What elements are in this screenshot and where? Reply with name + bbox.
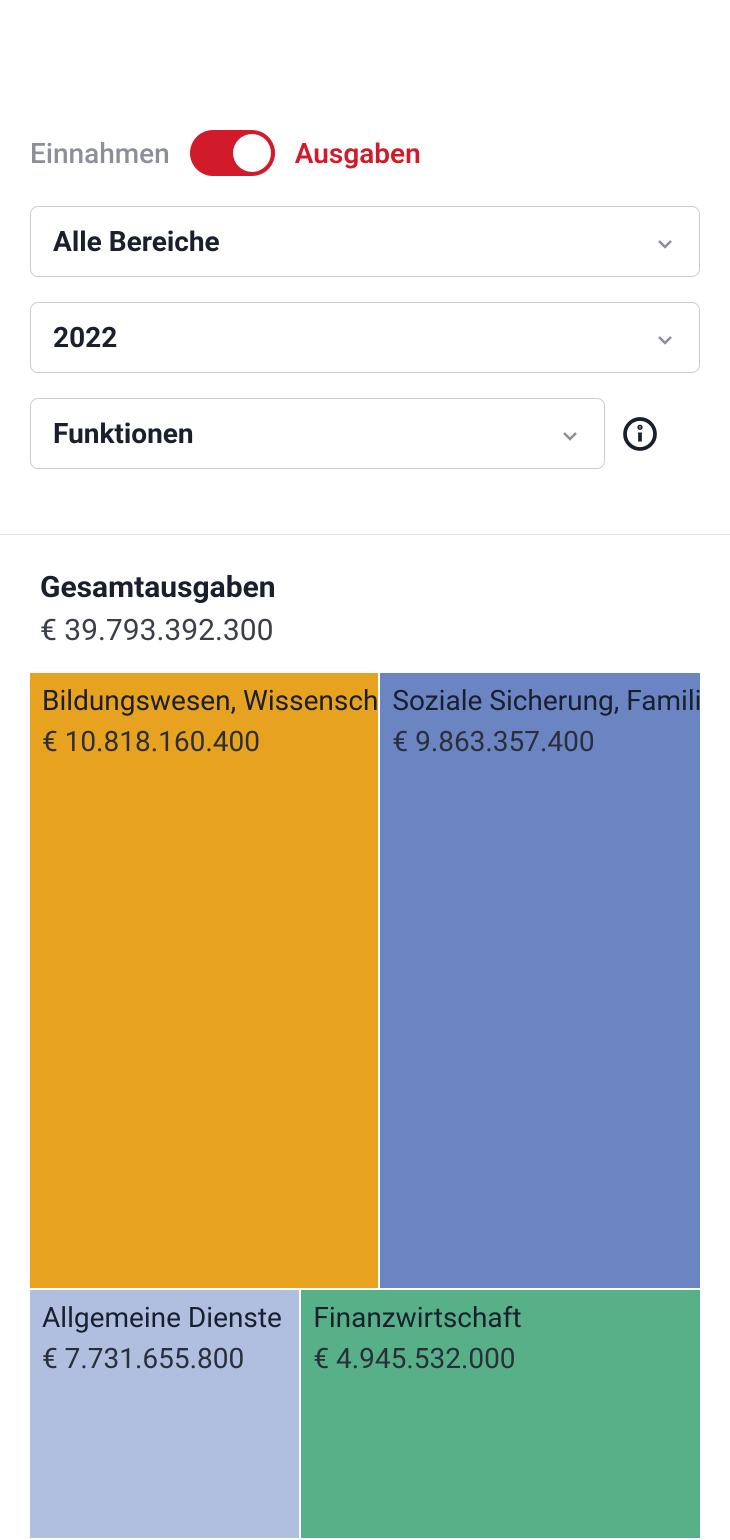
chevron-down-icon — [558, 422, 582, 446]
area-select[interactable]: Alle Bereiche — [30, 206, 700, 277]
treemap-cell-bildung[interactable]: Bildungswesen, Wissenschaft € 10.818.160… — [30, 673, 380, 1290]
year-select-row: 2022 — [30, 302, 700, 373]
toggle-label-ausgaben[interactable]: Ausgaben — [295, 137, 421, 170]
treemap-cell-sozial[interactable]: Soziale Sicherung, Familie € 9.863.357.4… — [380, 673, 700, 1290]
chevron-down-icon — [653, 230, 677, 254]
cell-label: Bildungswesen, Wissenschaft — [42, 683, 366, 719]
view-toggle[interactable] — [190, 130, 275, 176]
cell-value: € 9.863.357.400 — [392, 725, 688, 758]
treemap-chart: Bildungswesen, Wissenschaft € 10.818.160… — [0, 673, 730, 1540]
view-select[interactable]: Funktionen — [30, 398, 605, 469]
view-select-value: Funktionen — [53, 417, 194, 450]
cell-label: Soziale Sicherung, Familie — [392, 683, 688, 719]
totals-block: Gesamtausgaben € 39.793.392.300 — [0, 535, 730, 673]
area-select-value: Alle Bereiche — [53, 225, 220, 258]
cell-label: Allgemeine Dienste — [42, 1300, 287, 1336]
info-icon — [622, 416, 658, 452]
view-select-row: Funktionen — [30, 398, 700, 469]
year-select-value: 2022 — [53, 321, 117, 354]
treemap-row: Bildungswesen, Wissenschaft € 10.818.160… — [30, 673, 700, 1290]
treemap-cell-dienste[interactable]: Allgemeine Dienste € 7.731.655.800 — [30, 1290, 301, 1540]
toggle-row: Einnahmen Ausgaben — [30, 130, 700, 176]
area-select-row: Alle Bereiche — [30, 206, 700, 277]
info-button[interactable] — [620, 414, 660, 454]
treemap-cell-finanz[interactable]: Finanzwirtschaft € 4.945.532.000 — [301, 1290, 700, 1540]
totals-value: € 39.793.392.300 — [40, 613, 690, 648]
cell-value: € 10.818.160.400 — [42, 725, 366, 758]
totals-label: Gesamtausgaben — [40, 570, 690, 605]
cell-value: € 4.945.532.000 — [313, 1342, 688, 1375]
year-select[interactable]: 2022 — [30, 302, 700, 373]
cell-value: € 7.731.655.800 — [42, 1342, 287, 1375]
chevron-down-icon — [653, 326, 677, 350]
controls-panel: Einnahmen Ausgaben Alle Bereiche 2022 Fu… — [0, 0, 730, 524]
toggle-knob — [233, 134, 271, 172]
cell-label: Finanzwirtschaft — [313, 1300, 688, 1336]
treemap-row: Allgemeine Dienste € 7.731.655.800 Finan… — [30, 1290, 700, 1540]
toggle-label-einnahmen[interactable]: Einnahmen — [30, 137, 170, 170]
